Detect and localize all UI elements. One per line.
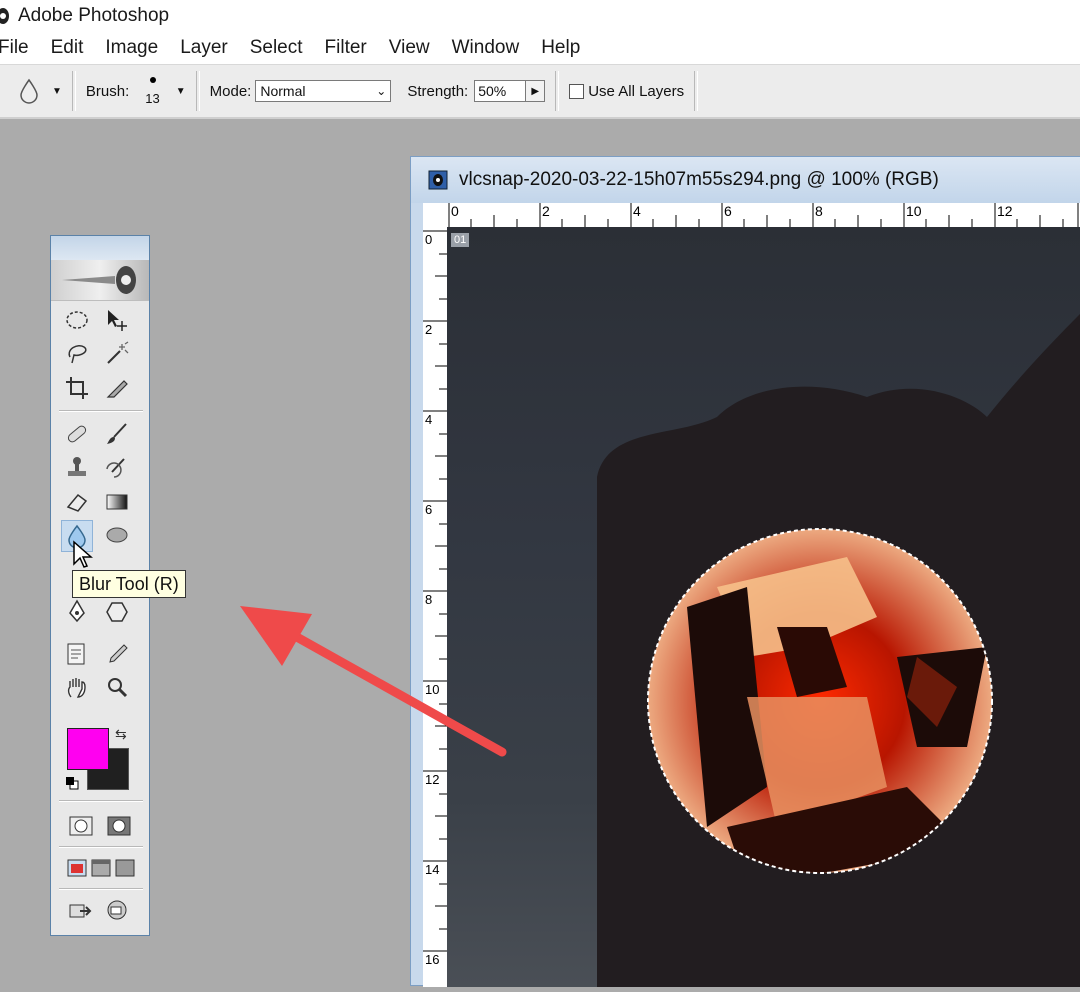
menu-filter[interactable]: Filter (325, 37, 367, 59)
blur-drop-icon (20, 78, 38, 104)
mode-value: Normal (260, 83, 306, 99)
options-divider (555, 71, 560, 111)
imageready-icon[interactable] (101, 894, 133, 926)
document-titlebar[interactable]: vlcsnap-2020-03-22-15h07m55s294.png @ 10… (411, 157, 1080, 203)
toolbox-divider (59, 410, 143, 412)
document-window: vlcsnap-2020-03-22-15h07m55s294.png @ 10… (410, 156, 1080, 987)
tool-options-bar: ▼ Brush: 13 ▼ Mode: Normal ⌄ Strength: 5… (0, 65, 1080, 119)
shape-tool-icon[interactable] (101, 596, 133, 628)
menu-view[interactable]: View (389, 37, 430, 59)
brush-dot-icon (149, 76, 156, 83)
crop-tool-icon[interactable] (61, 372, 93, 404)
menu-edit[interactable]: Edit (51, 37, 84, 59)
notes-tool-icon[interactable] (61, 638, 93, 670)
eyedropper-tool-icon[interactable] (101, 638, 133, 670)
brush-label: Brush: (85, 82, 130, 100)
app-title: Adobe Photoshop (18, 5, 170, 26)
zoom-tool-icon[interactable] (101, 672, 133, 704)
ruler-label: 12 (997, 203, 1013, 219)
lasso-tool-icon[interactable] (61, 338, 93, 370)
ruler-label: 2 (425, 322, 432, 337)
menu-file[interactable]: File (0, 37, 29, 59)
pen-tool-icon[interactable] (61, 596, 93, 628)
full-screen-mode-icon[interactable] (109, 852, 141, 884)
use-all-layers-checkbox[interactable] (569, 83, 585, 99)
move-tool-icon[interactable] (101, 304, 133, 336)
swap-colors-icon[interactable]: ⇆ (115, 726, 127, 743)
ruler-label: 6 (724, 203, 732, 219)
app-titlebar: Adobe Photoshop (0, 0, 1080, 32)
chevron-down-icon: ⌄ (376, 84, 387, 98)
menu-help[interactable]: Help (541, 37, 580, 59)
marquee-tool-icon[interactable] (61, 304, 93, 336)
toolbox-logo[interactable] (51, 260, 149, 301)
ruler-label: 4 (425, 412, 432, 427)
blur-tool-tooltip: Blur Tool (R) (72, 570, 186, 598)
photoshop-eye-icon (0, 8, 9, 24)
slice-tool-icon[interactable] (101, 372, 133, 404)
mode-select[interactable]: Normal ⌄ (255, 80, 392, 102)
ruler-label: 2 (542, 203, 550, 219)
brush-preview[interactable]: 13 (145, 76, 160, 106)
ruler-ticks-horizontal: 0 2 4 6 8 10 12 (448, 203, 1079, 227)
jump-to-imageready-icon[interactable] (65, 894, 97, 926)
quick-mask-mode-icon[interactable] (103, 810, 135, 842)
chevron-down-icon: ▼ (52, 85, 62, 97)
toolbox-titlebar[interactable] (51, 236, 149, 260)
menu-image[interactable]: Image (105, 37, 158, 59)
brush-tool-icon[interactable] (101, 418, 133, 450)
strength-label: Strength: (407, 82, 469, 100)
strength-value: 50% (478, 83, 507, 99)
magic-wand-tool-icon[interactable] (101, 338, 133, 370)
ruler-label: 6 (425, 502, 432, 517)
brush-dropdown-icon[interactable]: ▼ (176, 86, 186, 97)
menu-layer[interactable]: Layer (180, 37, 228, 59)
use-all-layers-label: Use All Layers (588, 82, 685, 100)
ruler-label: 8 (815, 203, 823, 219)
ruler-label: 16 (425, 952, 439, 967)
brush-size: 13 (145, 90, 160, 106)
default-colors-icon[interactable] (65, 776, 79, 790)
horizontal-ruler[interactable]: 0 2 4 6 8 10 12 (423, 203, 1080, 228)
ruler-label: 14 (425, 862, 439, 877)
menu-select[interactable]: Select (250, 37, 303, 59)
strength-input[interactable]: 50% (474, 80, 527, 102)
canvas-artwork (597, 314, 1080, 987)
options-divider (195, 71, 200, 111)
mouse-pointer-icon (73, 540, 93, 568)
feather-eye-logo-icon (62, 266, 136, 294)
ruler-label: 10 (906, 203, 922, 219)
strength-slider-button[interactable]: ▶ (525, 80, 546, 102)
options-divider (71, 71, 76, 111)
image-canvas[interactable]: 01 (447, 227, 1080, 987)
foreground-color-swatch[interactable] (67, 728, 109, 770)
document-icon (428, 170, 448, 190)
standard-mode-icon[interactable] (65, 810, 97, 842)
toolbox-divider (59, 888, 143, 890)
ruler-label: 4 (633, 203, 641, 219)
dodge-tool-icon[interactable] (101, 520, 133, 552)
ruler-label: 12 (425, 772, 439, 787)
mode-label: Mode: (209, 82, 252, 100)
tool-preset-picker[interactable]: ▼ (18, 78, 62, 104)
options-divider (694, 71, 699, 111)
gradient-tool-icon[interactable] (101, 486, 133, 518)
ruler-label: 0 (425, 232, 432, 247)
hand-tool-icon[interactable] (61, 672, 93, 704)
clone-stamp-tool-icon[interactable] (61, 452, 93, 484)
menu-bar: File Edit Image Layer Select Filter View… (0, 32, 1080, 65)
document-title: vlcsnap-2020-03-22-15h07m55s294.png @ 10… (459, 169, 939, 190)
ruler-label: 0 (451, 203, 459, 219)
menu-window[interactable]: Window (452, 37, 520, 59)
history-brush-tool-icon[interactable] (101, 452, 133, 484)
annotation-arrow-icon (240, 606, 507, 757)
healing-brush-tool-icon[interactable] (61, 418, 93, 450)
eraser-tool-icon[interactable] (61, 486, 93, 518)
toolbox-divider (59, 846, 143, 848)
toolbox-divider (59, 800, 143, 802)
